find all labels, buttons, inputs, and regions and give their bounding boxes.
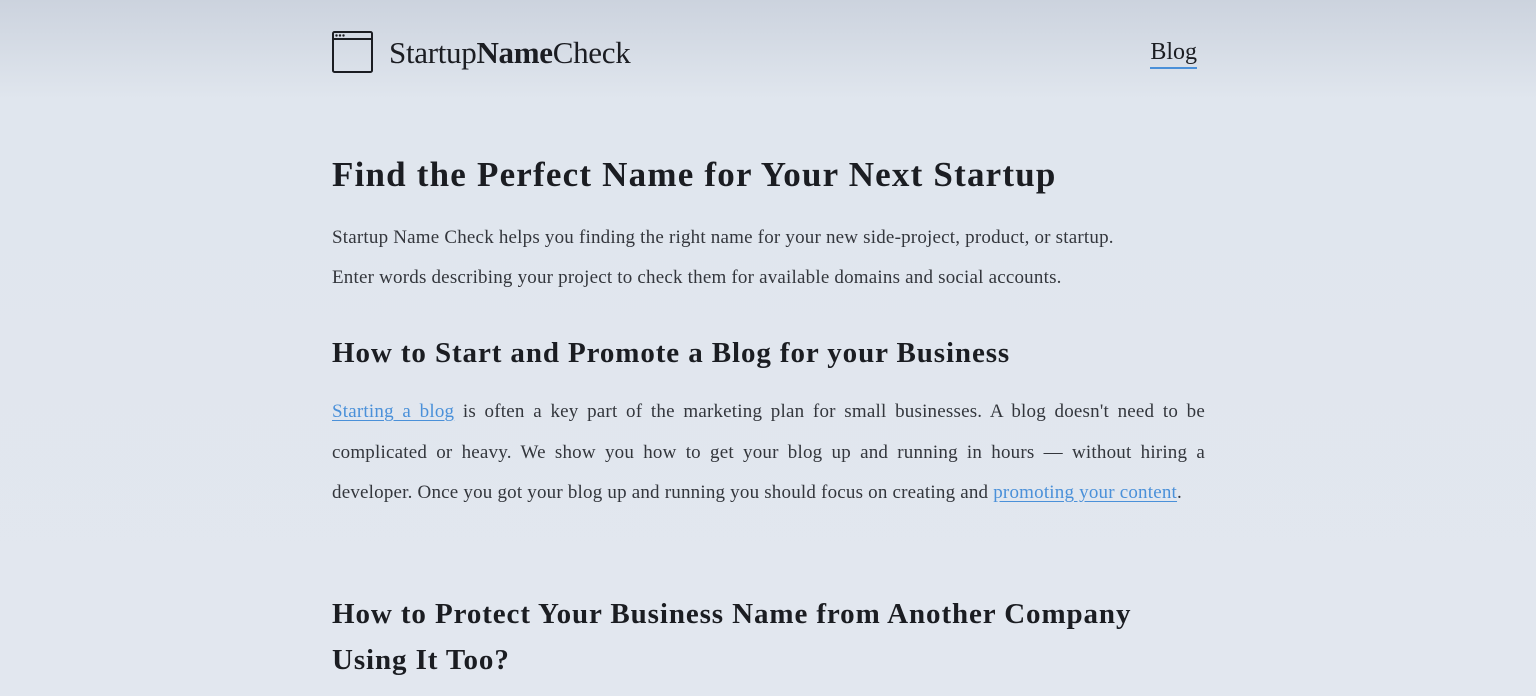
starting-a-blog-link[interactable]: Starting a blog <box>332 401 454 422</box>
page-container: StartupNameCheck Blog Find the Perfect N… <box>332 0 1205 676</box>
logo-text-startup: Startup <box>389 34 477 70</box>
browser-window-icon <box>332 31 373 73</box>
nav-blog-link[interactable]: Blog <box>1150 38 1197 69</box>
logo-text: StartupNameCheck <box>389 34 631 70</box>
intro-paragraph: Startup Name Check helps you finding the… <box>332 218 1206 298</box>
intro-line-1: Startup Name Check helps you finding the… <box>332 227 1114 248</box>
section-heading-blog: How to Start and Promote a Blog for your… <box>332 337 1011 369</box>
blog-paragraph: Starting a blog is often a key part of t… <box>332 392 1205 514</box>
logo-link[interactable]: StartupNameCheck <box>332 31 631 73</box>
intro-line-2: Enter words describing your project to c… <box>332 267 1062 288</box>
blog-paragraph-end: . <box>1177 482 1182 503</box>
logo-text-name: Name <box>476 34 553 70</box>
site-header: StartupNameCheck Blog <box>332 0 1205 110</box>
page-title: Find the Perfect Name for Your Next Star… <box>332 155 1057 194</box>
section-heading-protect: How to Protect Your Business Name from A… <box>332 598 1132 676</box>
logo-text-check: Check <box>552 34 631 70</box>
promoting-content-link[interactable]: promoting your content <box>993 482 1177 503</box>
